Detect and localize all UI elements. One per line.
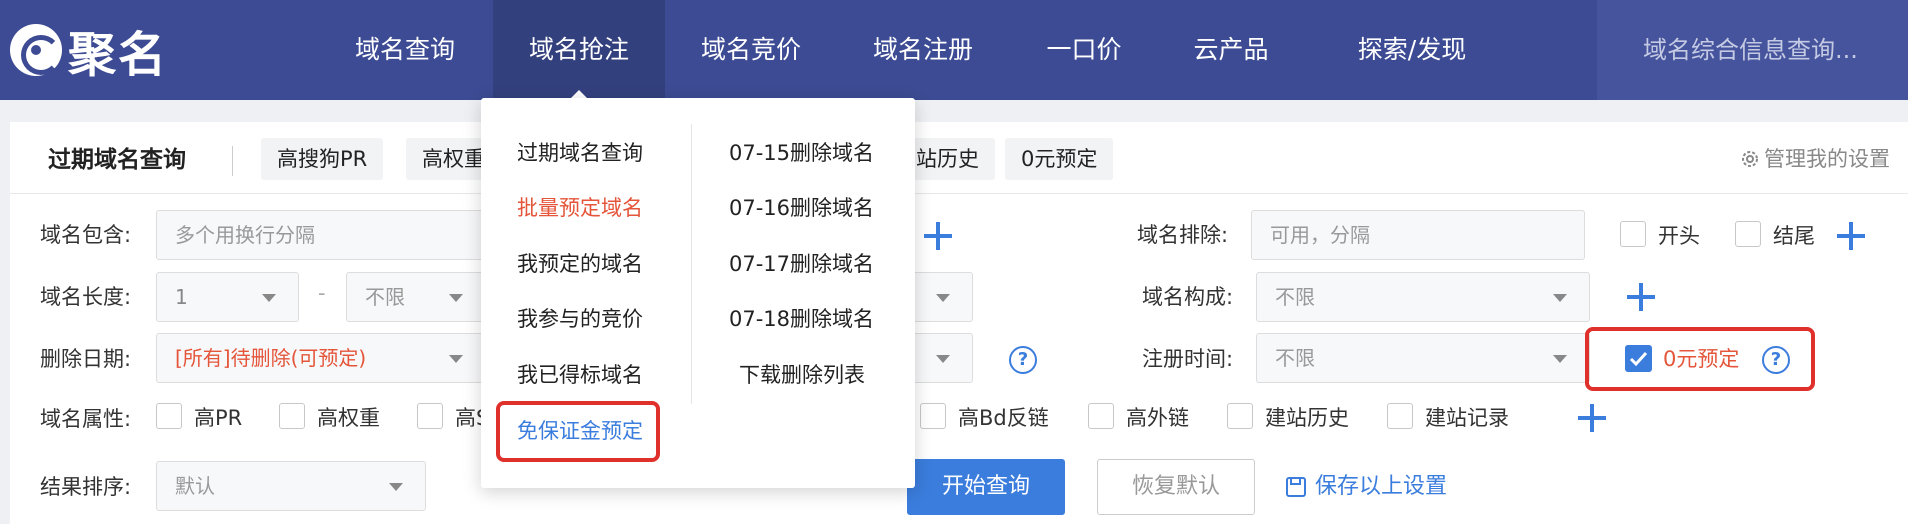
attr-label-outlink: 高外链 <box>1126 406 1189 430</box>
nav-domain-auction[interactable]: 域名竞价 <box>686 0 816 100</box>
delete-date-value: [所有]待删除(可预定) <box>175 346 367 370</box>
attr-label: 域名属性: <box>40 407 132 431</box>
exclude-label: 域名排除: <box>1137 223 1229 247</box>
help-icon[interactable]: ? <box>1762 346 1790 374</box>
settings-label: 管理我的设置 <box>1764 147 1890 171</box>
end-label: 结尾 <box>1773 224 1815 248</box>
length-min-value: 1 <box>175 285 188 309</box>
end-checkbox[interactable] <box>1735 221 1761 247</box>
logo-text: 聚名 <box>68 27 169 83</box>
attr-checkbox-site-record[interactable] <box>1387 403 1413 429</box>
menu-item-delete-0715[interactable]: 07-15删除域名 <box>729 138 874 168</box>
menu-item-delete-0716[interactable]: 07-16删除域名 <box>729 193 874 223</box>
sort-select[interactable]: 默认 <box>156 461 426 511</box>
menu-item-expired-query[interactable]: 过期域名查询 <box>517 138 643 168</box>
page-title: 过期域名查询 <box>48 147 186 173</box>
reg-time-select[interactable]: 不限 <box>1256 333 1590 383</box>
menu-item-my-bids[interactable]: 我参与的竞价 <box>517 304 643 334</box>
check-icon <box>1629 351 1648 367</box>
save-icon <box>1286 477 1306 497</box>
nav-domain-query[interactable]: 域名查询 <box>340 0 470 100</box>
start-checkbox[interactable] <box>1620 221 1646 247</box>
menu-item-download-list[interactable]: 下载删除列表 <box>739 360 865 390</box>
zero-reserve-label: 0元预定 <box>1663 347 1740 371</box>
chevron-down-icon <box>449 355 463 363</box>
length-dash: - <box>318 281 326 305</box>
chevron-down-icon <box>449 294 463 302</box>
compose-label: 域名构成: <box>1142 285 1234 309</box>
chevron-down-icon <box>936 355 950 363</box>
nav-domain-grab[interactable]: 域名抢注 <box>493 0 665 100</box>
tab-zero-reserve[interactable]: 0元预定 <box>1005 138 1114 180</box>
logo[interactable]: 聚名 <box>10 18 169 83</box>
attr-label-high-pr: 高PR <box>194 406 243 430</box>
zero-reserve-checkbox[interactable] <box>1625 345 1652 372</box>
help-icon[interactable]: ? <box>1009 346 1037 374</box>
chevron-down-icon <box>936 294 950 302</box>
reset-button[interactable]: 恢复默认 <box>1097 459 1255 515</box>
tab-divider <box>232 146 233 176</box>
sort-label: 结果排序: <box>40 475 132 499</box>
menu-item-delete-0718[interactable]: 07-18删除域名 <box>729 304 874 334</box>
reg-time-label: 注册时间: <box>1142 347 1234 371</box>
tab-high-sogou-pr[interactable]: 高搜狗PR <box>261 138 384 180</box>
compose-value: 不限 <box>1275 285 1315 309</box>
attr-label-high-weight: 高权重 <box>317 406 380 430</box>
reg-time-value: 不限 <box>1275 346 1315 370</box>
attr-checkbox-bd-backlink[interactable] <box>920 403 946 429</box>
add-contains-icon[interactable] <box>924 222 952 250</box>
contains-label: 域名包含: <box>40 223 132 247</box>
compose-select[interactable]: 不限 <box>1256 272 1590 322</box>
chevron-down-icon <box>389 483 403 491</box>
attr-label-bd-backlink: 高Bd反链 <box>958 406 1049 430</box>
chevron-down-icon <box>262 294 276 302</box>
start-search-button[interactable]: 开始查询 <box>907 459 1065 515</box>
nav-domain-register[interactable]: 域名注册 <box>858 0 988 100</box>
start-label: 开头 <box>1658 224 1700 248</box>
add-exclude-icon[interactable] <box>1837 222 1865 250</box>
length-max-value: 不限 <box>365 285 405 309</box>
chevron-down-icon <box>1553 294 1567 302</box>
length-max-select[interactable]: 不限 <box>346 272 486 322</box>
attr-checkbox-high-s[interactable] <box>417 403 443 429</box>
sort-value: 默认 <box>175 474 215 498</box>
nav-cloud[interactable]: 云产品 <box>1183 0 1279 100</box>
manage-settings-link[interactable]: 管理我的设置 <box>1740 144 1890 174</box>
delete-date-select[interactable]: [所有]待删除(可预定) <box>156 333 486 383</box>
menu-divider <box>691 124 692 404</box>
exclude-input[interactable]: 可用，分隔 <box>1251 210 1585 260</box>
gear-icon <box>1742 151 1758 167</box>
save-label: 保存以上设置 <box>1315 474 1448 499</box>
save-settings-button[interactable]: 保存以上设置 <box>1285 472 1447 502</box>
menu-item-no-deposit-reserve[interactable]: 免保证金预定 <box>517 416 643 446</box>
nav-fixed-price[interactable]: 一口价 <box>1036 0 1132 100</box>
length-min-select[interactable]: 1 <box>156 272 299 322</box>
logo-icon <box>10 24 62 76</box>
length-label: 域名长度: <box>40 285 132 309</box>
attr-label-site-record: 建站记录 <box>1425 406 1509 430</box>
menu-item-batch-reserve[interactable]: 批量预定域名 <box>517 193 643 223</box>
attr-label-site-history: 建站历史 <box>1265 406 1349 430</box>
add-compose-icon[interactable] <box>1627 283 1655 311</box>
menu-item-won-domains[interactable]: 我已得标域名 <box>517 360 643 390</box>
add-attr-icon[interactable] <box>1578 404 1606 432</box>
menu-item-my-reserved[interactable]: 我预定的域名 <box>517 249 643 279</box>
global-search-input[interactable]: 域名综合信息查询... <box>1597 0 1908 100</box>
attr-checkbox-site-history[interactable] <box>1227 403 1253 429</box>
delete-date-label: 删除日期: <box>40 347 132 371</box>
attr-checkbox-high-pr[interactable] <box>156 403 182 429</box>
contains-input[interactable]: 多个用换行分隔 <box>156 210 486 260</box>
attr-checkbox-outlink[interactable] <box>1088 403 1114 429</box>
menu-item-delete-0717[interactable]: 07-17删除域名 <box>729 249 874 279</box>
nav-explore[interactable]: 探索/发现 <box>1332 0 1492 100</box>
chevron-down-icon <box>1553 355 1567 363</box>
attr-checkbox-high-weight[interactable] <box>279 403 305 429</box>
